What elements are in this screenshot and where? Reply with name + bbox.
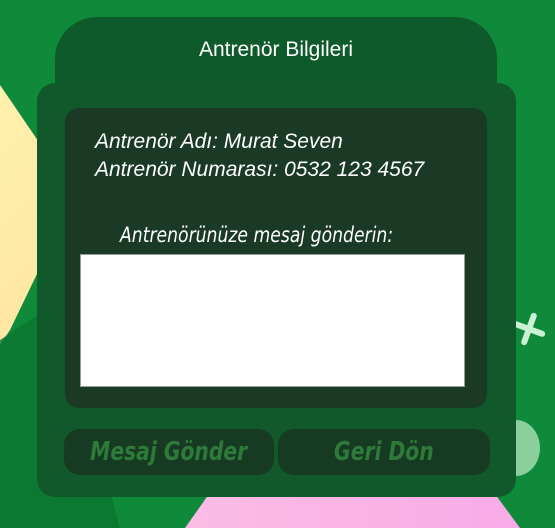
coach-phone-text: Antrenör Numarası: 0532 123 4567	[95, 158, 425, 181]
message-input[interactable]	[80, 254, 465, 387]
coach-name-text: Antrenör Adı: Murat Seven	[95, 130, 343, 153]
message-label: Antrenörünüze mesaj gönderin:	[120, 223, 394, 247]
page-title: Antrenör Bilgileri	[198, 38, 354, 61]
back-button[interactable]: Geri Dön	[278, 429, 490, 475]
coach-info-dialog: Antrenör Adı: Murat Seven Antrenör Numar…	[37, 83, 516, 497]
coach-info-panel: Antrenör Adı: Murat Seven Antrenör Numar…	[65, 108, 487, 408]
title-bar: Antrenör Bilgileri	[55, 17, 497, 83]
send-message-label: Mesaj Gönder	[90, 437, 248, 467]
send-message-button[interactable]: Mesaj Gönder	[64, 429, 274, 475]
back-label: Geri Dön	[334, 437, 434, 467]
